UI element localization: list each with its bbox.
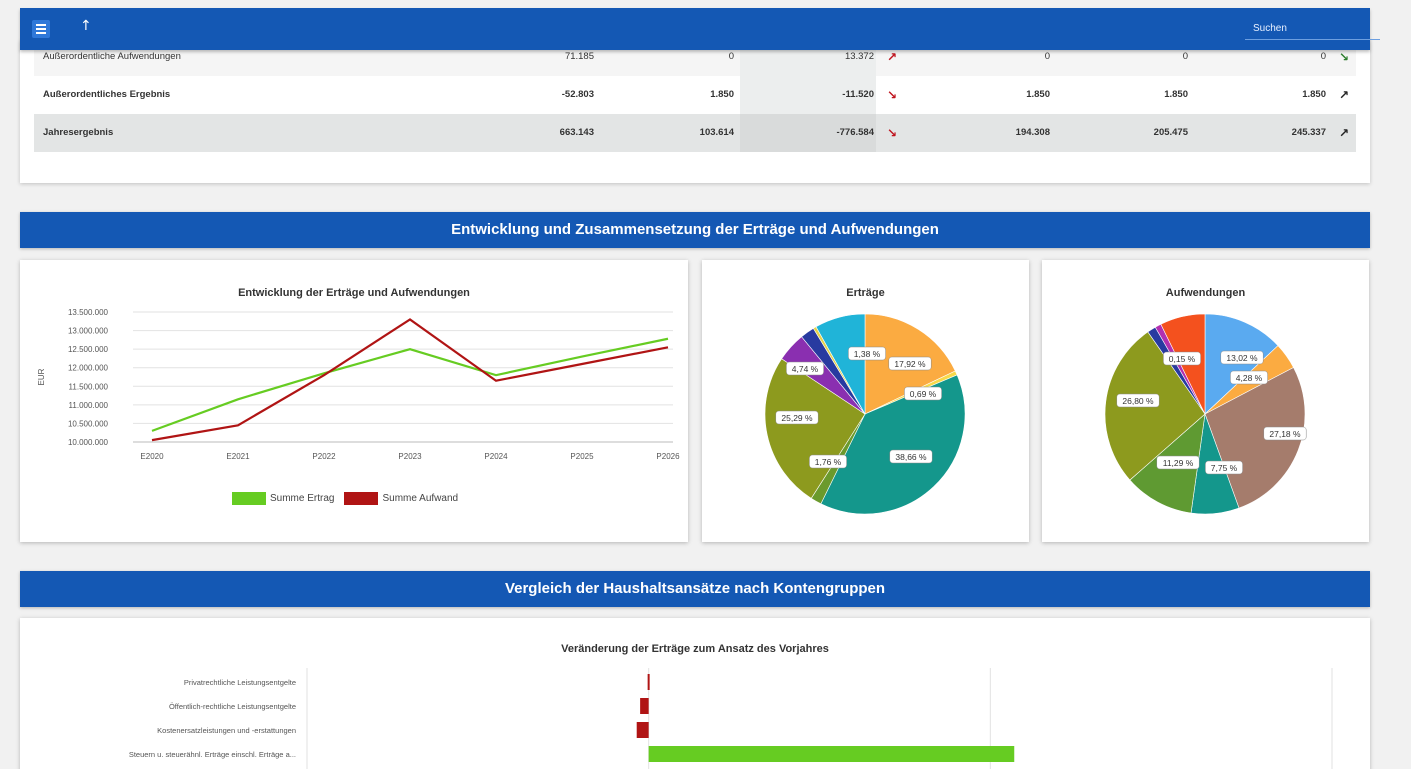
legend-swatch-ertrag <box>232 492 266 505</box>
arrow-up-icon[interactable]: ↑ <box>80 18 92 34</box>
row-value: -52.803 <box>561 89 594 100</box>
pie-data-label: 7,75 % <box>1211 463 1238 473</box>
menu-icon[interactable] <box>32 20 50 38</box>
pie-data-label: 11,29 % <box>1163 458 1194 468</box>
table-row[interactable]: Außerordentliches Ergebnis -52.803 1.850 -1… <box>34 76 1356 114</box>
result-table-card: Außerordentliche Aufwendungen 71.185 0 13.3… <box>20 40 1370 183</box>
legend-swatch-aufwand <box>344 492 379 505</box>
y-tick-label: 11.000.000 <box>69 401 109 410</box>
pie-chart-ertraege: 17,92 % 0,69 % 38,66 % 1,76 % 25,29 % 4,74 % 1… <box>764 313 966 515</box>
y-tick-label: 12.500.000 <box>68 345 109 354</box>
pie-chart-card-ertraege: Erträge 17,92 % 0,69 % 38,66 % 1,76 % 25,29 … <box>702 260 1029 542</box>
pie-data-label: 13,02 % <box>1226 353 1258 363</box>
row-value: -776.584 <box>836 127 874 138</box>
bar-category-label: Steuern u. steuerähnl. Erträge einschl. … <box>129 750 296 759</box>
row-value: 1.850 <box>1302 89 1326 100</box>
bar[interactable] <box>640 698 649 714</box>
search-input[interactable] <box>1245 18 1380 39</box>
series-line-ertrag[interactable] <box>151 337 669 432</box>
pie-data-label: 25,29 % <box>781 413 813 423</box>
trend-down-icon: ↘ <box>887 126 898 140</box>
section-header-comparison: Vergleich der Haushaltsansätze nach Kont… <box>20 571 1370 607</box>
bar[interactable] <box>648 746 1015 762</box>
row-value: 1.850 <box>1026 89 1050 100</box>
x-tick-label: E2021 <box>226 452 250 461</box>
x-tick-label: P2023 <box>398 452 422 461</box>
bar-category-label: Privatrechtliche Leistungsentgelte <box>184 678 296 687</box>
x-tick-label: E2020 <box>140 452 164 461</box>
y-tick-label: 11.500.000 <box>69 382 109 391</box>
pie-chart-aufwendungen: 13,02 % 4,28 % 27,18 % 7,75 % 11,29 % 26,80 %… <box>1104 313 1307 515</box>
row-value: 1.850 <box>710 89 734 100</box>
row-label: Außerordentliches Ergebnis <box>43 89 171 100</box>
x-tick-label: P2022 <box>312 452 336 461</box>
bar[interactable] <box>636 722 649 738</box>
row-value: 205.475 <box>1153 127 1188 138</box>
pie-data-label: 17,92 % <box>894 359 926 369</box>
bar[interactable] <box>647 674 650 690</box>
pie-data-label: 0,69 % <box>910 389 937 399</box>
pie-data-label: 1,76 % <box>815 457 842 467</box>
row-label: Jahresergebnis <box>43 127 114 138</box>
legend-label-aufwand[interactable]: Summe Aufwand <box>382 493 458 504</box>
y-tick-label: 13.500.000 <box>68 308 109 317</box>
x-tick-label: P2025 <box>570 452 594 461</box>
row-value: 245.337 <box>1291 127 1326 138</box>
pie-data-label: 27,18 % <box>1269 429 1301 439</box>
bar-category-label: Kostenersatzleistungen und -erstattungen <box>157 726 296 735</box>
line-chart-legend: Summe Ertrag Summe Aufwand <box>232 492 458 505</box>
search-field[interactable] <box>1245 18 1380 40</box>
line-chart-card: Entwicklung der Erträge und Aufwendungen… <box>20 260 688 542</box>
y-tick-label: 10.000.000 <box>68 438 109 447</box>
pie-data-label: 4,74 % <box>792 364 819 374</box>
app-bar: ↑ <box>20 8 1380 50</box>
pie-data-label: 0,15 % <box>1169 354 1196 364</box>
y-tick-label: 13.000.000 <box>68 327 109 336</box>
table-row[interactable]: Jahresergebnis 663.143 103.614 -776.584 194.… <box>34 114 1356 152</box>
bar-chart-card: Veränderung der Erträge zum Ansatz des V… <box>20 618 1370 769</box>
pie-data-label: 1,38 % <box>854 349 881 359</box>
pie-data-label: 26,80 % <box>1122 396 1154 406</box>
y-tick-label: 12.000.000 <box>68 364 109 373</box>
x-tick-label: P2026 <box>656 452 680 461</box>
legend-label-ertrag[interactable]: Summe Ertrag <box>270 493 334 504</box>
row-value: 194.308 <box>1015 127 1050 138</box>
pie-data-label: 38,66 % <box>895 452 927 462</box>
trend-down-icon: ↘ <box>887 88 898 102</box>
section-header-development: Entwicklung und Zusammensetzung der Ertr… <box>20 212 1370 248</box>
bar-chart: Privatrechtliche Leistungsentgelte Öffent… <box>129 668 1333 769</box>
y-tick-label: 10.500.000 <box>68 419 109 428</box>
series-line-aufwand[interactable] <box>151 318 669 442</box>
row-value: 663.143 <box>559 127 594 138</box>
trend-up-icon: ↗ <box>1339 88 1350 102</box>
bar-category-label: Öffentlich-rechtliche Leistungsentgelte <box>169 702 296 711</box>
trend-up-icon: ↗ <box>1339 126 1350 140</box>
pie-chart-card-aufwendungen: Aufwendungen 13,02 % 4,28 % 27,18 % 7,75 % 1… <box>1042 260 1369 542</box>
row-value: 1.850 <box>1164 89 1188 100</box>
row-value: 103.614 <box>699 127 734 138</box>
row-value: -11.520 <box>842 89 874 100</box>
y-axis-label: EUR <box>37 368 46 385</box>
pie-data-label: 4,28 % <box>1236 373 1263 383</box>
x-tick-label: P2024 <box>484 452 508 461</box>
